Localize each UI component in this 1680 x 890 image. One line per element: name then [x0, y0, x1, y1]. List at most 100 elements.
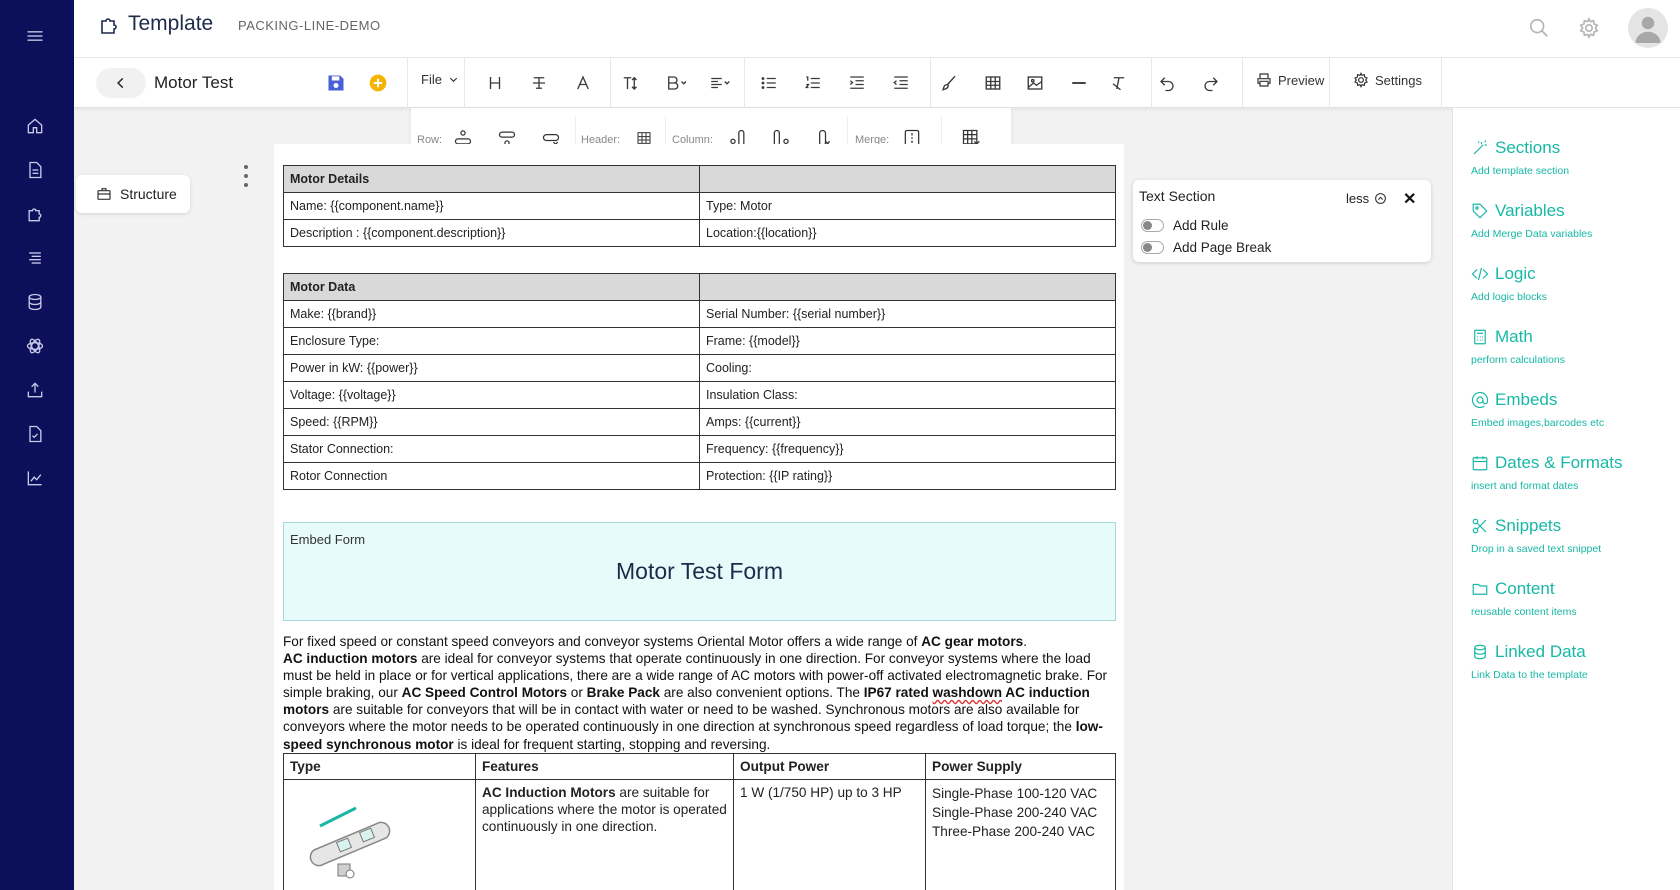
- home-icon[interactable]: [24, 115, 46, 137]
- table-cell[interactable]: Motor Details: [283, 165, 700, 193]
- motor-details-table[interactable]: Motor Details Name: {{component.name}} T…: [283, 165, 1116, 247]
- table-cell[interactable]: Power in kW: {{power}}: [283, 354, 700, 382]
- bullet-list-icon[interactable]: [760, 72, 778, 94]
- panel-item-subtitle: Link Data to the template: [1471, 669, 1588, 681]
- table-cell[interactable]: Serial Number: {{serial number}}: [699, 300, 1116, 328]
- save-icon[interactable]: [326, 72, 346, 94]
- font-size-icon[interactable]: [622, 72, 642, 94]
- table-header-cell[interactable]: Power Supply: [925, 753, 1116, 780]
- menu-icon[interactable]: [24, 25, 46, 47]
- checklist-icon[interactable]: [24, 423, 46, 445]
- indent-icon[interactable]: [848, 72, 866, 94]
- table-cell[interactable]: Amps: {{current}}: [699, 408, 1116, 436]
- undo-icon[interactable]: [1158, 72, 1176, 94]
- document-icon[interactable]: [24, 159, 46, 181]
- font-color-icon[interactable]: [574, 72, 592, 94]
- table-cell[interactable]: Cooling:: [699, 354, 1116, 382]
- table-cell[interactable]: Insulation Class:: [699, 381, 1116, 409]
- panel-item-linked-data[interactable]: Linked Data Link Data to the template: [1471, 642, 1588, 681]
- puzzle-icon[interactable]: [24, 203, 46, 225]
- panel-item-subtitle: reusable content items: [1471, 606, 1577, 618]
- table-cell[interactable]: Stator Connection:: [283, 435, 700, 463]
- database-icon[interactable]: [24, 291, 46, 313]
- table-header-cell[interactable]: Output Power: [733, 753, 926, 780]
- less-toggle[interactable]: less: [1346, 191, 1387, 206]
- table-cell[interactable]: Enclosure Type:: [283, 327, 700, 355]
- table-cell[interactable]: Voltage: {{voltage}}: [283, 381, 700, 409]
- toggle-switch[interactable]: [1141, 219, 1164, 232]
- table-cell[interactable]: Make: {{brand}}: [283, 300, 700, 328]
- panel-item-logic[interactable]: Logic Add logic blocks: [1471, 264, 1547, 303]
- search-icon[interactable]: [1528, 17, 1550, 39]
- add-icon[interactable]: [368, 72, 388, 94]
- table-cell[interactable]: Frequency: {{frequency}}: [699, 435, 1116, 463]
- panel-item-embeds[interactable]: Embeds Embed images,barcodes etc: [1471, 390, 1604, 429]
- file-menu[interactable]: File: [421, 72, 459, 87]
- table-cell[interactable]: [699, 273, 1116, 301]
- table-cell[interactable]: [699, 165, 1116, 193]
- table-icon[interactable]: [984, 72, 1002, 94]
- structure-button[interactable]: Structure: [76, 175, 190, 213]
- bold-icon[interactable]: [664, 72, 690, 94]
- strikethrough-icon[interactable]: [530, 72, 548, 94]
- clear-format-icon[interactable]: [1110, 72, 1128, 94]
- body-paragraph[interactable]: For fixed speed or constant speed convey…: [283, 633, 1123, 753]
- gear-icon[interactable]: [1578, 17, 1600, 39]
- panel-item-title: Sections: [1495, 138, 1561, 157]
- table-cell[interactable]: AC Induction Motors are suitable for app…: [475, 779, 734, 890]
- table-cell[interactable]: Motor Data: [283, 273, 700, 301]
- bold-run: IP67 rated: [863, 685, 933, 701]
- more-options-icon[interactable]: [244, 165, 250, 187]
- preview-button[interactable]: Preview: [1256, 72, 1324, 88]
- back-button[interactable]: [96, 68, 146, 98]
- table-cell[interactable]: [283, 779, 476, 890]
- table-cell[interactable]: Frame: {{model}}: [699, 327, 1116, 355]
- horizontal-rule-icon[interactable]: [1070, 72, 1088, 94]
- supply-line: Single-Phase 100-120 VAC: [932, 786, 1098, 801]
- numbered-list-icon[interactable]: [804, 72, 822, 94]
- features-table[interactable]: Type Features Output Power Power Supply …: [283, 753, 1116, 890]
- bold-run: AC gear motors: [921, 634, 1024, 649]
- table-cell[interactable]: Speed: {{RPM}}: [283, 408, 700, 436]
- outdent-icon[interactable]: [892, 72, 910, 94]
- toggle-switch[interactable]: [1141, 241, 1164, 254]
- table-cell[interactable]: Type: Motor: [699, 192, 1116, 220]
- motor-data-table[interactable]: Motor Data Make: {{brand}} Serial Number…: [283, 273, 1116, 490]
- table-cell[interactable]: Protection: {{IP rating}}: [699, 462, 1116, 490]
- redo-icon[interactable]: [1202, 72, 1220, 94]
- panel-item-content[interactable]: Content reusable content items: [1471, 579, 1577, 618]
- align-icon[interactable]: [708, 72, 734, 94]
- close-icon[interactable]: ✕: [1403, 189, 1416, 209]
- document-title[interactable]: Motor Test: [154, 73, 233, 93]
- panel-item-variables[interactable]: Variables Add Merge Data variables: [1471, 201, 1592, 240]
- table-header-cell[interactable]: Features: [475, 753, 734, 780]
- misspelled-word[interactable]: washdown: [933, 685, 1002, 700]
- panel-item-snippets[interactable]: Snippets Drop in a saved text snippet: [1471, 516, 1601, 555]
- heading-icon[interactable]: [486, 72, 504, 94]
- panel-item-dates-formats[interactable]: Dates & Formats insert and format dates: [1471, 453, 1623, 492]
- embed-form-block[interactable]: Embed Form Motor Test Form: [283, 522, 1116, 621]
- atom-icon[interactable]: [24, 335, 46, 357]
- table-cell[interactable]: Name: {{component.name}}: [283, 192, 700, 220]
- panel-item-math[interactable]: Math perform calculations: [1471, 327, 1565, 366]
- table-cell[interactable]: Rotor Connection: [283, 462, 700, 490]
- document-page[interactable]: Motor Details Name: {{component.name}} T…: [274, 144, 1124, 890]
- puzzle-logo-icon: [101, 18, 117, 34]
- top-header: Template PACKING-LINE-DEMO: [74, 0, 1680, 58]
- add-rule-toggle[interactable]: Add Rule: [1141, 218, 1229, 233]
- add-page-break-toggle[interactable]: Add Page Break: [1141, 240, 1271, 255]
- brand[interactable]: Template: [98, 12, 213, 36]
- table-header-cell[interactable]: Type: [283, 753, 476, 780]
- table-cell[interactable]: Location:{{location}}: [699, 219, 1116, 247]
- avatar[interactable]: [1628, 8, 1668, 48]
- table-cell[interactable]: 1 W (1/750 HP) up to 3 HP: [733, 779, 926, 890]
- panel-item-sections[interactable]: Sections Add template section: [1471, 138, 1569, 177]
- brush-icon[interactable]: [940, 72, 958, 94]
- upload-icon[interactable]: [24, 379, 46, 401]
- settings-button[interactable]: Settings: [1353, 72, 1422, 88]
- list-icon[interactable]: [24, 247, 46, 269]
- table-cell[interactable]: Single-Phase 100-120 VAC Single-Phase 20…: [925, 779, 1116, 890]
- image-icon[interactable]: [1026, 72, 1044, 94]
- table-cell[interactable]: Description : {{component.description}}: [283, 219, 700, 247]
- chart-icon[interactable]: [24, 467, 46, 489]
